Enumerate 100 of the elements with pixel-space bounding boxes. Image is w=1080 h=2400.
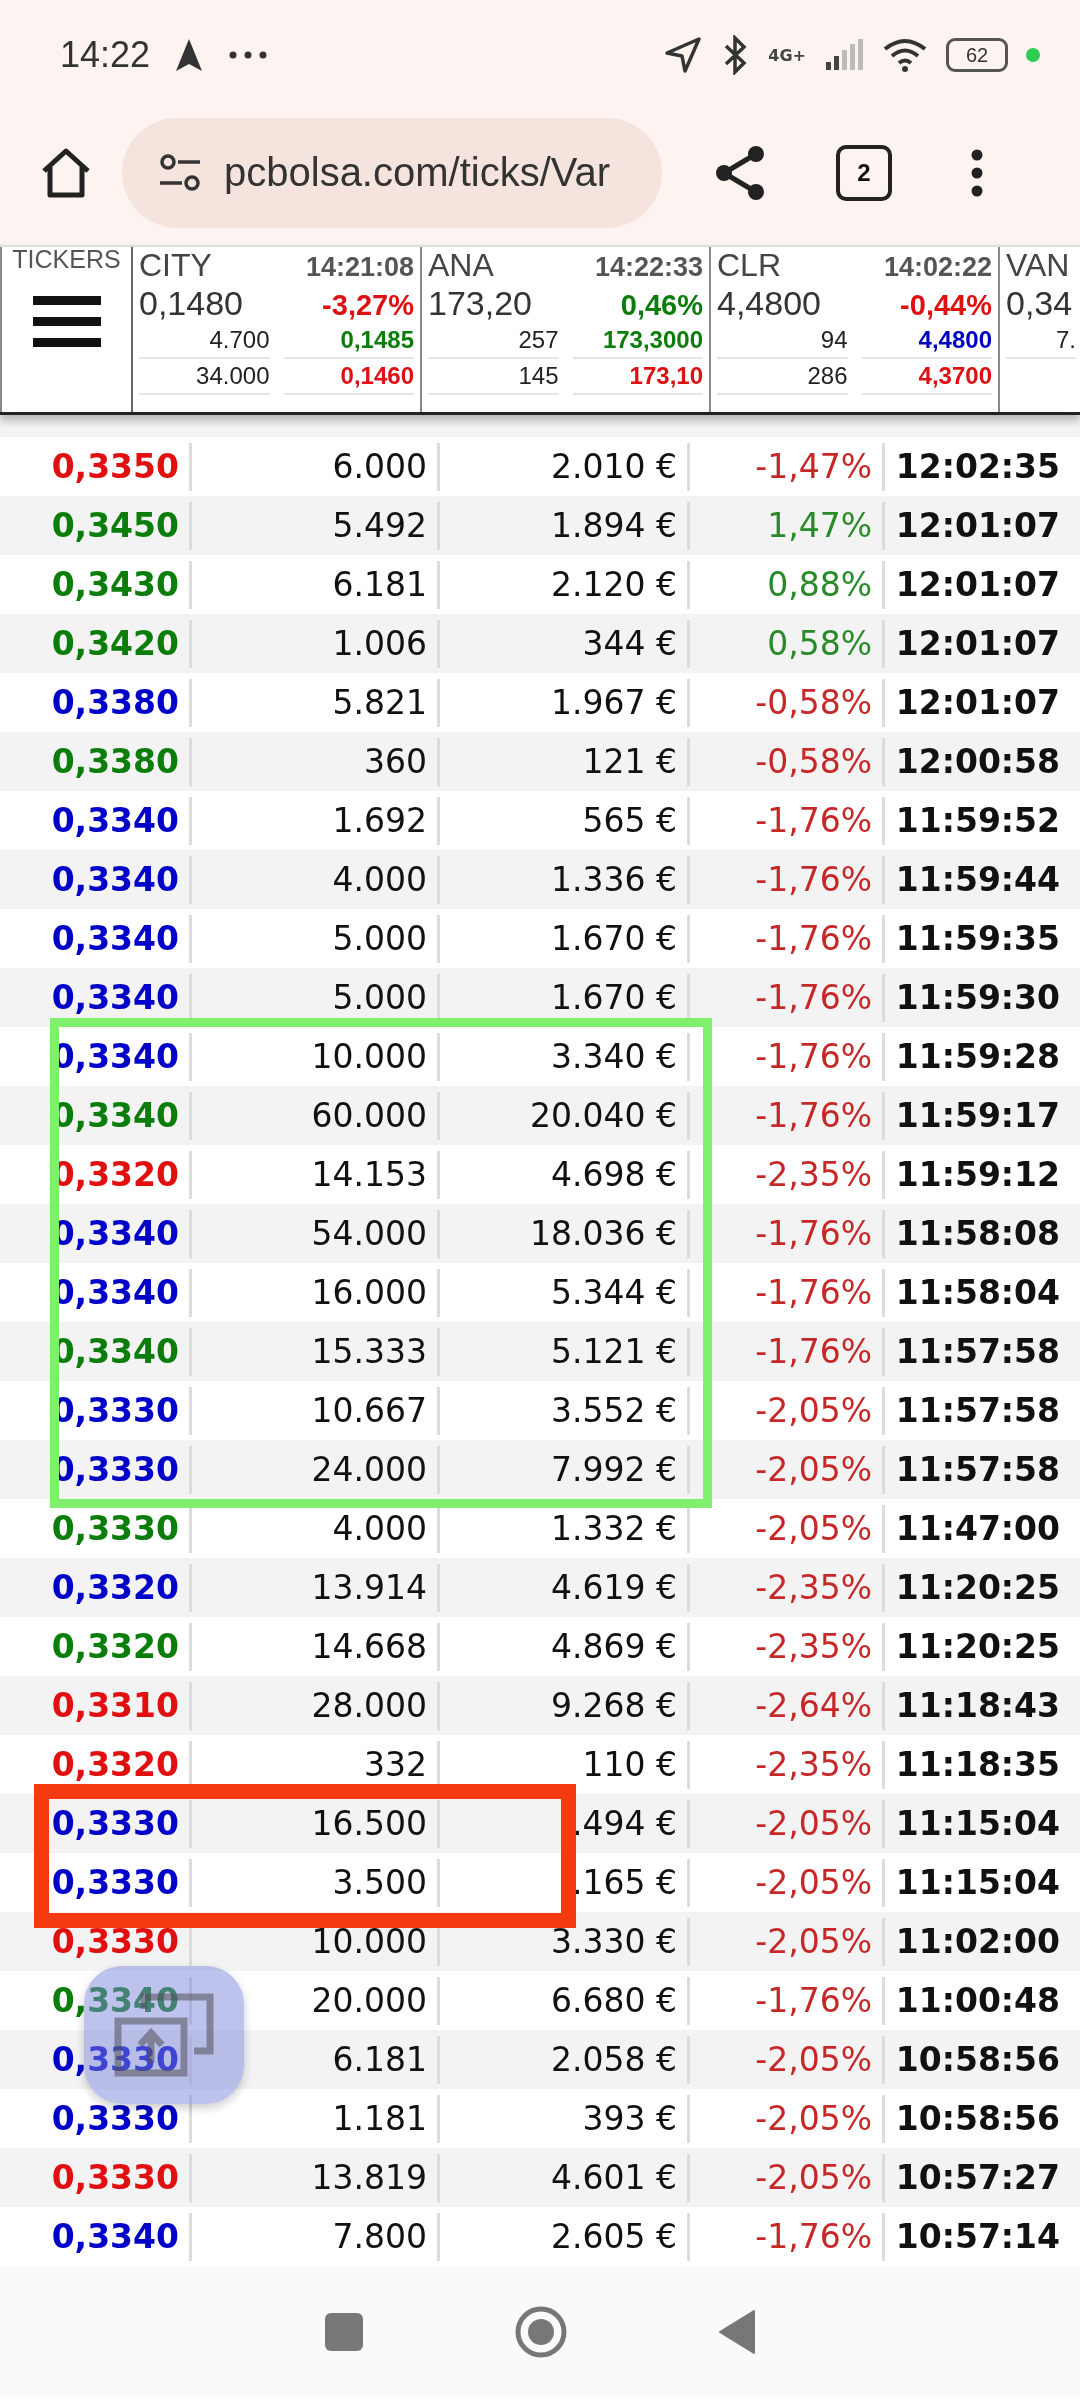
time-cell-text: 11:59:44	[894, 858, 1061, 901]
time-cell-text: 10:58:56	[894, 2038, 1061, 2081]
change-cell: -1,76%	[690, 1976, 885, 2025]
price-cell: 0,3330	[0, 1799, 192, 1848]
quantity-cell: 1.006	[192, 619, 440, 668]
quantity-cell: 24.000	[192, 1445, 440, 1494]
change-cell: 1,47%	[690, 501, 885, 550]
time-cell-text: 12:01:07	[894, 681, 1061, 724]
ticker-card[interactable]: CITY 14:21:08 0,1480 -3,27% 4.700 0,1485 34.000 0,1460	[133, 247, 422, 412]
price-cell: 0,3330	[0, 2153, 192, 2202]
amount-cell: 1.332 €	[440, 1504, 690, 1553]
ticker-symbol: ANA	[428, 247, 494, 284]
ticker-quote: 4,4800	[861, 323, 992, 359]
price-cell: 0,3340	[0, 973, 192, 1022]
amount-cell: 7.992 €	[440, 1445, 690, 1494]
time-cell-text: 11:59:52	[894, 799, 1061, 842]
ticker-price: 173,20	[428, 284, 532, 323]
quantity-cell: 16.000	[192, 1268, 440, 1317]
quantity-cell: 5.000	[192, 914, 440, 963]
time-cell-text: 11:18:35	[894, 1743, 1061, 1786]
recents-icon[interactable]	[324, 2311, 364, 2352]
amount-cell: 5.344 €	[440, 1268, 690, 1317]
ticker-card[interactable]: VAN 0,34 7.	[1000, 247, 1080, 412]
clock: 14:22	[60, 34, 151, 76]
time-cell-text: 11:00:48	[894, 1979, 1061, 2022]
amount-cell: 3.340 €	[440, 1032, 690, 1081]
ticker-change: -3,27%	[322, 289, 414, 322]
tab-count-button[interactable]: 2	[836, 144, 892, 201]
ticker-symbol: CLR	[717, 247, 781, 284]
price-cell: 0,3340	[0, 855, 192, 904]
home-button-icon[interactable]	[514, 2304, 568, 2359]
change-cell: -0,58%	[690, 678, 885, 727]
amount-cell: 5.121 €	[440, 1327, 690, 1376]
ticker-price: 0,1480	[139, 284, 243, 323]
time-cell-text: 11:58:04	[894, 1271, 1061, 1314]
price-cell: 0,3330	[0, 1917, 192, 1966]
more-menu-icon[interactable]	[970, 148, 984, 197]
location-icon	[664, 36, 703, 74]
quantity-cell: 6.181	[192, 560, 440, 609]
change-cell: -2,35%	[690, 1563, 885, 1612]
address-bar[interactable]: pcbolsa.com/ticks/Var	[122, 117, 662, 228]
network-label: 4G+	[768, 45, 806, 65]
quantity-cell: 6.000	[192, 442, 440, 491]
quantity-cell: 332	[192, 1740, 440, 1789]
quantity-cell: 7.800	[192, 2212, 440, 2261]
ticker-symbol: CITY	[139, 247, 212, 284]
time-cell-text: 11:57:58	[894, 1389, 1061, 1432]
time-cell-text: 10:57:14	[894, 2215, 1061, 2258]
amount-cell: .165 €	[440, 1858, 690, 1907]
url-text: pcbolsa.com/ticks/Var	[224, 150, 611, 195]
price-cell: 0,3340	[0, 796, 192, 845]
battery-indicator: 62	[946, 38, 1008, 72]
amount-cell: 1.967 €	[440, 678, 690, 727]
ticker-time: 14:21:08	[305, 252, 414, 283]
change-cell: 0,88%	[690, 560, 885, 609]
amount-cell: 1.894 €	[440, 501, 690, 550]
price-cell: 0,3420	[0, 619, 192, 668]
change-cell: -2,64%	[690, 1681, 885, 1730]
site-settings-icon	[158, 152, 202, 193]
change-cell: -1,76%	[690, 1032, 885, 1081]
amount-cell: 20.040 €	[440, 1091, 690, 1140]
amount-cell: 4.601 €	[440, 2153, 690, 2202]
ticker-card[interactable]: CLR 14:02:22 4,4800 -0,44% 94 4,4800 286 4,3700	[711, 247, 1000, 412]
amount-cell: 110 €	[440, 1740, 690, 1789]
time-cell-text: 10:57:27	[894, 2156, 1061, 2199]
amount-cell: 565 €	[440, 796, 690, 845]
ticker-quote: 173,3000	[572, 323, 703, 359]
time-cell-text: 11:59:17	[894, 1094, 1061, 1137]
time-cell-text: 11:59:35	[894, 917, 1061, 960]
ticker-volume: 257	[428, 323, 559, 359]
ticker-quote: 0,1485	[283, 323, 414, 359]
amount-cell: 4.869 €	[440, 1622, 690, 1671]
navigation-icon	[174, 37, 205, 73]
time-cell-text: 11:57:58	[894, 1330, 1061, 1373]
price-cell: 0,3310	[0, 1681, 192, 1730]
ticker-volume: 34.000	[139, 359, 270, 395]
amount-cell: 344 €	[440, 619, 690, 668]
menu-icon[interactable]	[32, 296, 101, 348]
change-cell: -1,76%	[690, 1268, 885, 1317]
change-cell: -2,05%	[690, 1917, 885, 1966]
change-cell: -2,05%	[690, 2035, 885, 2084]
tickers-label: TICKERS	[12, 247, 121, 274]
change-cell: -2,05%	[690, 1386, 885, 1435]
time-cell-text: 11:20:25	[894, 1625, 1061, 1668]
quantity-cell: 14.668	[192, 1622, 440, 1671]
change-cell: -2,05%	[690, 1504, 885, 1553]
ticker-volume: 145	[428, 359, 559, 395]
back-icon[interactable]	[718, 2308, 756, 2355]
wifi-icon	[882, 37, 928, 73]
amount-cell: 2.010 €	[440, 442, 690, 491]
time-cell-text: 11:02:00	[894, 1920, 1061, 1963]
ticker-card[interactable]: ANA 14:22:33 173,20 0,46% 257 173,3000 145 173,10	[422, 247, 711, 412]
change-cell: -1,76%	[690, 1209, 885, 1258]
change-cell: -1,76%	[690, 2212, 885, 2261]
price-cell: 0,3380	[0, 678, 192, 727]
ticker-quote: 173,10	[572, 359, 703, 395]
amount-cell: 4.698 €	[440, 1150, 690, 1199]
change-cell: -2,35%	[690, 1150, 885, 1199]
ticker-volume: 286	[717, 359, 848, 395]
quantity-cell: 10.667	[192, 1386, 440, 1435]
